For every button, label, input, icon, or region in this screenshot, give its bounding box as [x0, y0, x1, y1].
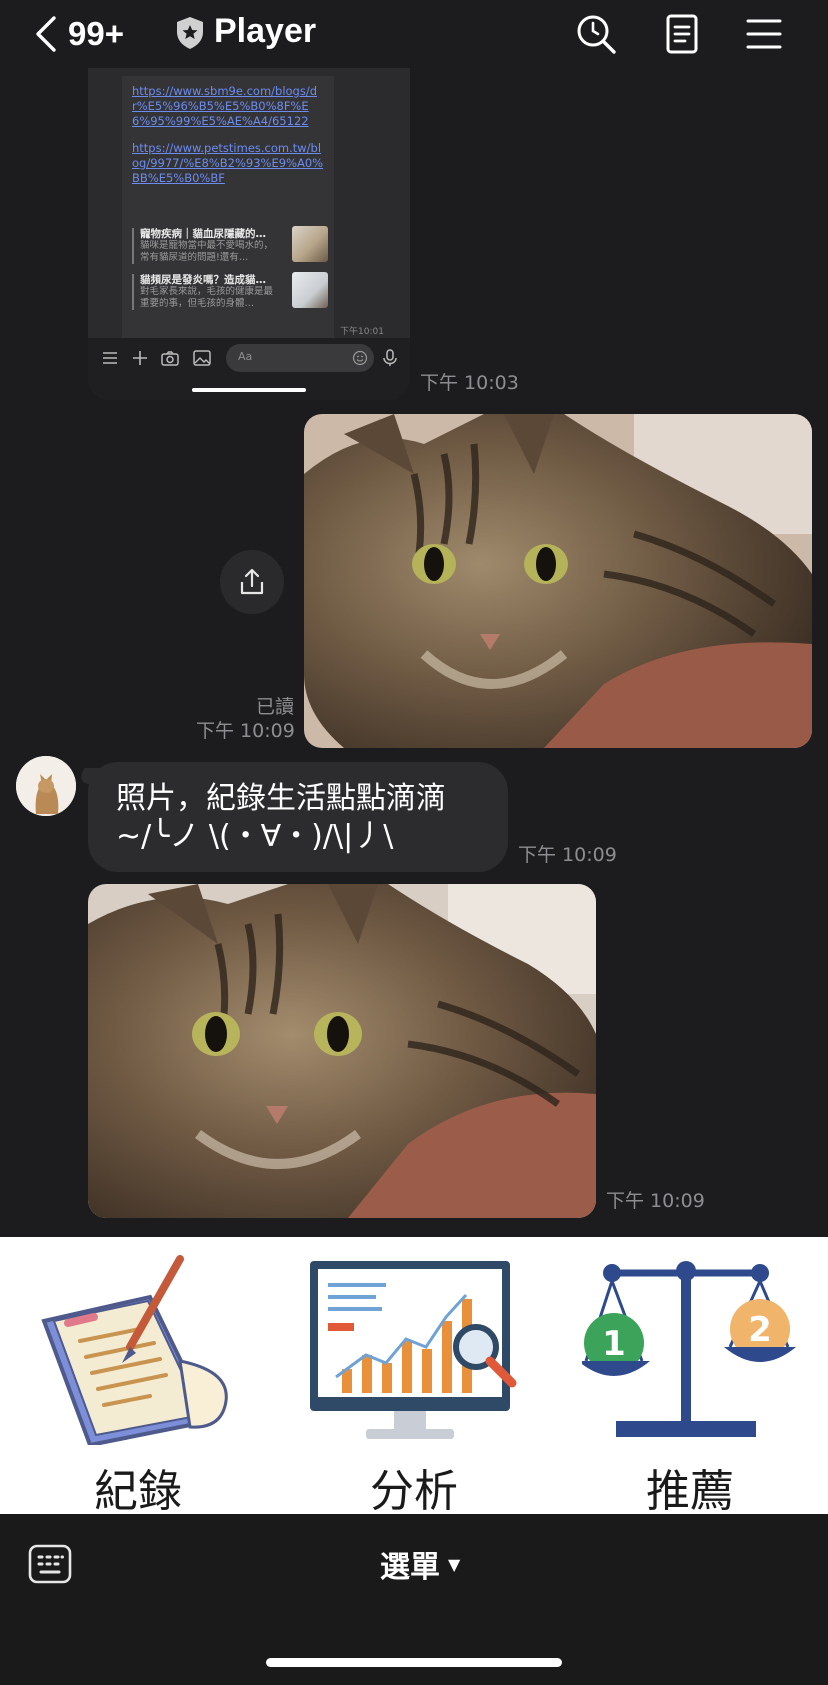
- screenshot-input-toolbar: Aa: [88, 338, 410, 400]
- screenshot-inner-time: 下午10:01: [340, 327, 384, 337]
- list-icon: [103, 352, 117, 364]
- cat-photo-image: [304, 414, 812, 748]
- received-cat-photo[interactable]: [88, 884, 596, 1218]
- screenshot-home-indicator: [192, 388, 306, 392]
- read-receipt: 已讀: [255, 696, 294, 718]
- notebook-pen-icon: [41, 1255, 228, 1445]
- notes-icon: [666, 14, 698, 54]
- emoji-icon: [352, 350, 368, 366]
- rich-menu: 紀錄 分析 1 2 推薦: [0, 1237, 828, 1517]
- message-text-line-2: ~/╰ノ \(・∀・)/\|丿\: [116, 819, 394, 854]
- chat-area[interactable]: https://www.sbm9e.com/blogs/dr%E5%96%B5%…: [0, 0, 828, 1237]
- screenshot-image-message[interactable]: https://www.sbm9e.com/blogs/dr%E5%96%B5%…: [88, 68, 410, 400]
- menu-toggle-label: 選單: [380, 1550, 440, 1585]
- camera-icon: [161, 351, 179, 366]
- card-thumbnail: [292, 272, 328, 308]
- card-thumbnail: [292, 226, 328, 262]
- menu-button[interactable]: [742, 12, 786, 56]
- search-icon: [577, 15, 616, 54]
- share-button[interactable]: [220, 550, 284, 614]
- received-text-bubble[interactable]: 照片，紀錄生活點點滴滴 ~/╰ノ \(・∀・)/\|丿\: [88, 762, 508, 872]
- plus-icon: [133, 351, 147, 365]
- image-icon: [193, 350, 211, 366]
- menu-icon: [746, 19, 782, 49]
- notes-button[interactable]: [660, 12, 704, 56]
- card-desc: 貓咪是寵物當中最不愛喝水的，常有貓尿道的問題!還有…: [140, 240, 274, 263]
- screenshot-link-1: https://www.sbm9e.com/blogs/dr%E5%96%B5%…: [132, 84, 318, 128]
- link-preview-card: 寵物疾病｜貓血尿隱藏的… 貓咪是寵物當中最不愛喝水的，常有貓尿道的問題!還有…: [132, 226, 328, 266]
- message-timestamp: 下午 10:09: [606, 1190, 705, 1212]
- screenshot-message-input: Aa: [226, 344, 374, 372]
- message-timestamp: 下午 10:03: [420, 372, 519, 394]
- balance-scale-icon: 1 2: [582, 1261, 796, 1437]
- rich-menu-toggle[interactable]: 選單 ▼: [380, 1542, 520, 1586]
- card-title: 貓頻尿是發炎嗎？造成貓…: [140, 274, 266, 286]
- svg-text:2: 2: [748, 1310, 772, 1350]
- back-button[interactable]: 99+: [30, 10, 150, 58]
- chevron-down-icon: ▼: [448, 1554, 461, 1574]
- chat-header: 99+ Player: [0, 0, 828, 68]
- rich-menu-label: 紀錄: [94, 1466, 182, 1517]
- search-button[interactable]: [574, 12, 618, 56]
- keyboard-button[interactable]: [28, 1544, 72, 1584]
- avatar[interactable]: [16, 756, 76, 816]
- rich-menu-label: 推薦: [646, 1466, 734, 1517]
- home-indicator[interactable]: [266, 1658, 562, 1667]
- microphone-icon: [383, 349, 397, 366]
- message-timestamp: 下午 10:09: [196, 720, 295, 742]
- unread-count: 99+: [68, 15, 124, 52]
- card-title: 寵物疾病｜貓血尿隱藏的…: [140, 228, 266, 240]
- message-timestamp: 下午 10:09: [518, 844, 617, 866]
- rich-menu-label: 分析: [370, 1466, 458, 1517]
- back-chevron-icon: [36, 16, 56, 52]
- analytics-chart-icon: [310, 1261, 517, 1439]
- link-preview-card: 貓頻尿是發炎嗎？造成貓… 對毛家長來說，毛孩的健康是最重要的事，但毛孩的身體…: [132, 272, 328, 312]
- card-desc: 對毛家長來說，毛孩的健康是最重要的事，但毛孩的身體…: [140, 286, 274, 309]
- shield-icon: [177, 17, 203, 49]
- share-icon: [240, 568, 264, 595]
- rich-menu-item-analysis[interactable]: 分析: [276, 1237, 552, 1517]
- keyboard-icon: [28, 1544, 72, 1584]
- screenshot-link-2: https://www.petstimes.com.tw/blog/9977/%…: [132, 141, 324, 185]
- message-text-line-1: 照片，紀錄生活點點滴滴: [116, 781, 446, 816]
- cat-avatar-image: [16, 756, 76, 816]
- chat-title: Player: [214, 12, 317, 50]
- rich-menu-item-recommend[interactable]: 1 2 推薦: [552, 1237, 828, 1517]
- sent-cat-photo[interactable]: [304, 414, 812, 748]
- svg-text:1: 1: [602, 1324, 626, 1364]
- rich-menu-item-record[interactable]: 紀錄: [0, 1237, 276, 1517]
- bottom-bar: 選單 ▼: [0, 1514, 828, 1685]
- cat-photo-image: [88, 884, 596, 1218]
